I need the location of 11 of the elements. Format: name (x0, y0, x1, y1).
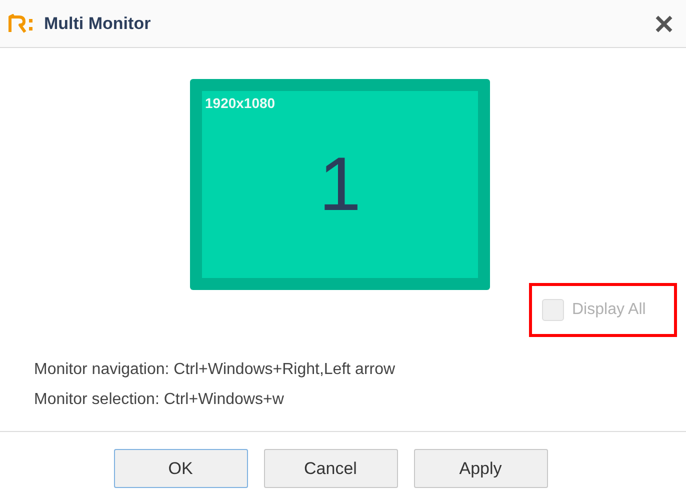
window-title: Multi Monitor (44, 12, 151, 35)
close-icon (655, 14, 673, 32)
resolution-label: 1920x1080 (205, 94, 276, 113)
monitor-tile[interactable]: 1920x1080 1 (190, 79, 490, 290)
shortcut-hint: Monitor selection: Ctrl+Windows+w (34, 390, 285, 410)
dialog-button[interactable]: Apply (414, 449, 548, 488)
dialog-button[interactable]: Cancel (264, 449, 398, 488)
display-all-label: Display All (572, 300, 646, 320)
shortcut-hint: Monitor navigation: Ctrl+Windows+Right,Left arrow (34, 360, 396, 380)
monitor-number: 1 (318, 146, 362, 222)
dialog-button[interactable]: OK (114, 449, 248, 488)
